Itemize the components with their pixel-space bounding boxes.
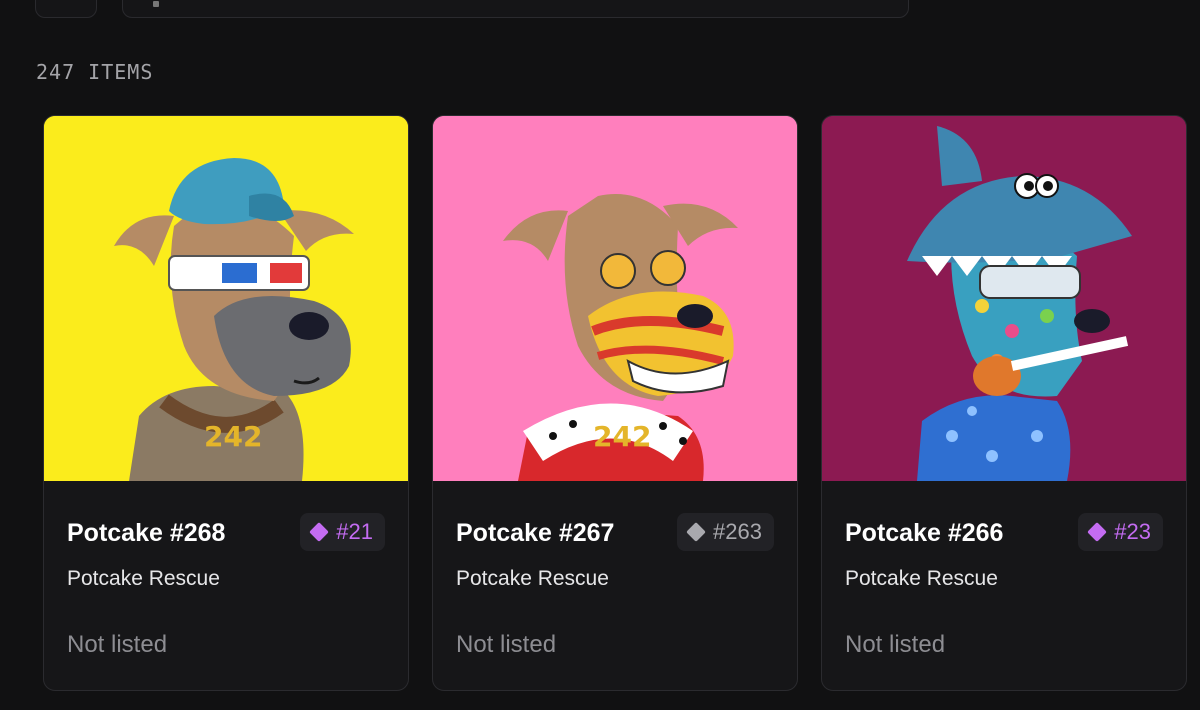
rarity-rank: #21 <box>336 519 373 544</box>
listing-status: Not listed <box>845 631 946 658</box>
nft-card[interactable]: 242 Potcake #267 #263 Potcake Rescue Not… <box>432 115 798 691</box>
rarity-badge: #263 <box>677 513 774 551</box>
rarity-rank: #23 <box>1114 519 1151 544</box>
collection-name[interactable]: Potcake Rescue <box>845 567 998 591</box>
rarity-rank: #263 <box>713 519 762 544</box>
card-title[interactable]: Potcake #268 <box>67 519 225 548</box>
svg-text:242: 242 <box>593 420 651 453</box>
card-title[interactable]: Potcake #266 <box>845 519 1003 548</box>
item-count: 247 ITEMS <box>36 60 154 84</box>
nft-card[interactable]: Potcake #266 #23 Potcake Rescue Not list… <box>821 115 1187 691</box>
collection-name[interactable]: Potcake Rescue <box>456 567 609 591</box>
nft-card[interactable]: 242 Potcake #268 #21 Potcake Rescue Not … <box>43 115 409 691</box>
diamond-icon <box>309 522 330 542</box>
search-input[interactable] <box>122 0 909 18</box>
collection-name[interactable]: Potcake Rescue <box>67 567 220 591</box>
nft-image[interactable] <box>822 116 1186 481</box>
filter-button[interactable] <box>35 0 97 18</box>
diamond-icon <box>686 522 706 542</box>
rarity-badge: #21 <box>300 513 385 551</box>
nft-image[interactable]: 242 <box>433 116 797 481</box>
rarity-badge: #23 <box>1078 513 1163 551</box>
listing-status: Not listed <box>456 631 557 658</box>
search-icon <box>153 1 159 7</box>
diamond-icon <box>1087 522 1108 542</box>
listing-status: Not listed <box>67 631 168 658</box>
card-title[interactable]: Potcake #267 <box>456 519 614 548</box>
svg-text:242: 242 <box>204 420 262 453</box>
nft-image[interactable]: 242 <box>44 116 408 481</box>
